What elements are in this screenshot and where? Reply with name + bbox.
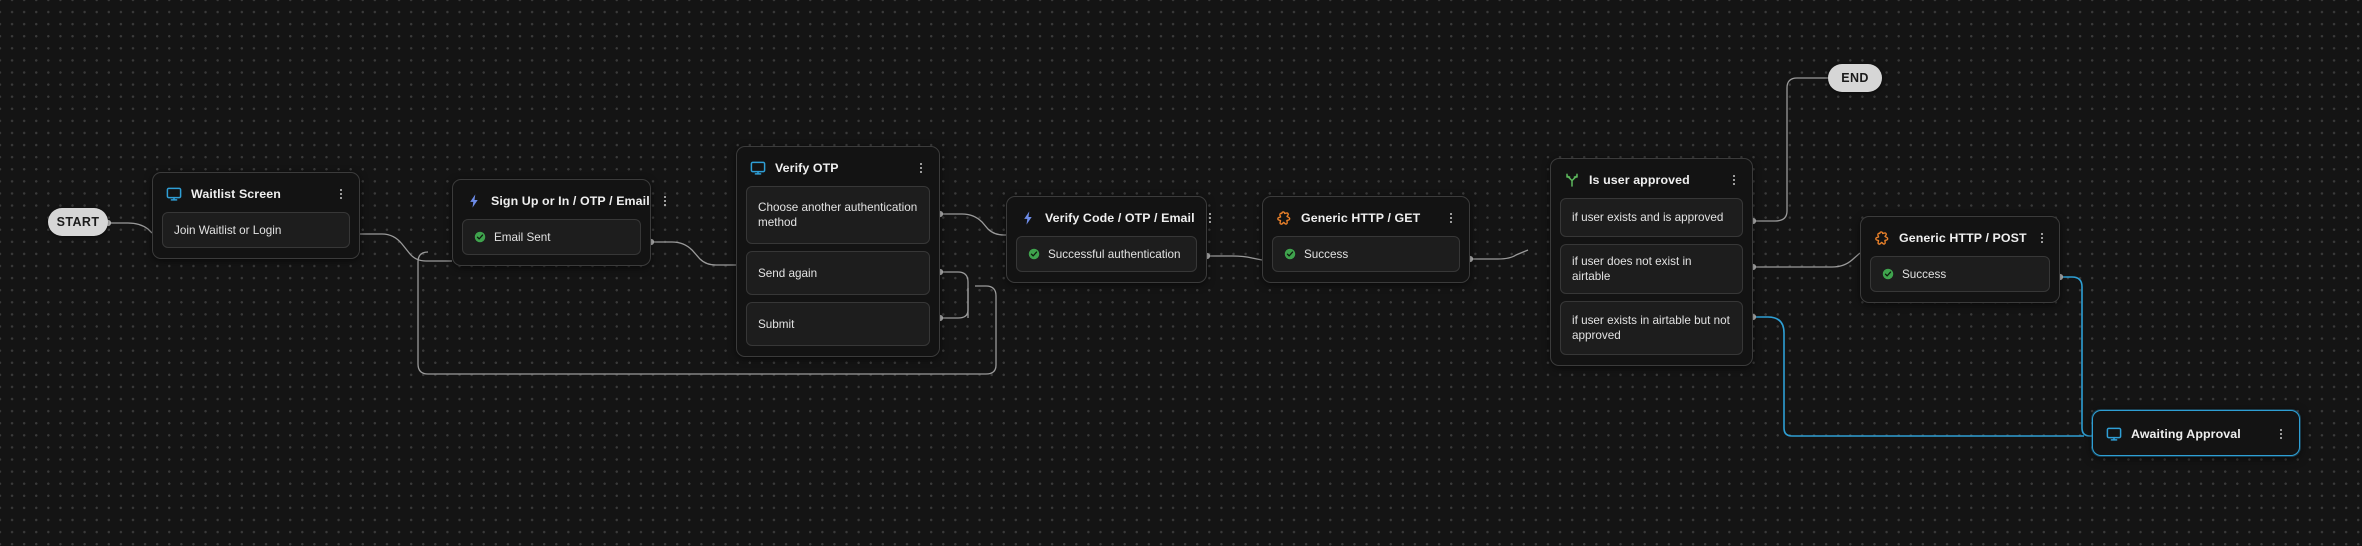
edge-waitlist-to-signup (356, 233, 452, 262)
row-label: Send again (758, 266, 818, 280)
node-sign-up-or-in[interactable]: Sign Up or In / OTP / Email Email Sent (452, 179, 666, 266)
node-awaiting-approval[interactable]: Awaiting Approval (2092, 410, 2300, 456)
kebab-menu-icon[interactable] (659, 193, 671, 209)
node-title: Waitlist Screen (191, 187, 281, 201)
node-header: Awaiting Approval (2102, 420, 2290, 446)
node-title: Is user approved (1589, 173, 1690, 187)
node-title: Sign Up or In / OTP / Email (491, 194, 650, 208)
row-label: Submit (758, 317, 795, 331)
screen-icon (2106, 427, 2122, 441)
edge-approved-to-end (1753, 77, 1828, 222)
node-header: Is user approved (1560, 168, 1743, 190)
edge-signup-to-verifyotp (651, 241, 736, 266)
edge-get-to-isuser (1470, 249, 1529, 260)
edge-post-to-awaiting (2060, 276, 2092, 437)
kebab-menu-icon[interactable] (335, 186, 347, 202)
node-row[interactable]: Success (1870, 256, 2050, 292)
end-label: END (1841, 71, 1869, 85)
node-generic-http-post[interactable]: Generic HTTP / POST Success (1860, 216, 2060, 303)
node-is-user-approved[interactable]: Is user approved if user exists and is a… (1550, 158, 1753, 366)
workflow-canvas[interactable]: START END Waitlist Screen Join Waitlist … (0, 0, 2362, 546)
node-body: Successful authentication (1016, 236, 1197, 272)
node-header: Verify Code / OTP / Email (1016, 206, 1211, 228)
edge-verifyotp-to-verifycode (940, 213, 1006, 236)
success-icon (1284, 248, 1296, 260)
bolt-icon (470, 194, 478, 208)
edge-notexist-to-post (1753, 252, 1861, 268)
node-body: Choose another authentication method Sen… (746, 186, 930, 346)
row-label: Email Sent (494, 230, 551, 244)
kebab-menu-icon[interactable] (1204, 210, 1216, 226)
puzzle-icon (1875, 231, 1889, 245)
row-label: Join Waitlist or Login (174, 223, 282, 237)
bolt-icon (1024, 211, 1032, 225)
node-body: Success (1870, 256, 2050, 292)
branch-icon (1566, 173, 1578, 187)
node-title: Verify OTP (775, 161, 839, 175)
end-node[interactable]: END (1828, 64, 1882, 92)
kebab-menu-icon[interactable] (915, 160, 927, 176)
node-header: Sign Up or In / OTP / Email (462, 189, 666, 211)
node-waitlist-screen[interactable]: Waitlist Screen Join Waitlist or Login (152, 172, 360, 259)
node-body: Success (1272, 236, 1460, 272)
screen-icon (166, 187, 182, 201)
node-body: Join Waitlist or Login (162, 212, 350, 248)
kebab-menu-icon[interactable] (2036, 230, 2048, 246)
node-body: if user exists and is approved if user d… (1560, 198, 1743, 355)
node-row[interactable]: Success (1272, 236, 1460, 272)
success-icon (474, 231, 486, 243)
node-row[interactable]: Successful authentication (1016, 236, 1197, 272)
node-row[interactable]: Join Waitlist or Login (162, 212, 350, 248)
row-label: if user does not exist in airtable (1572, 255, 1692, 283)
kebab-menu-icon[interactable] (2275, 426, 2287, 442)
puzzle-icon (1277, 211, 1291, 225)
node-body: Email Sent (462, 219, 641, 255)
success-icon (1028, 248, 1040, 260)
node-title: Awaiting Approval (2131, 427, 2241, 441)
node-row[interactable]: if user exists in airtable but not appro… (1560, 301, 1743, 355)
node-header: Generic HTTP / GET (1272, 206, 1460, 228)
kebab-menu-icon[interactable] (1728, 172, 1740, 188)
node-row[interactable]: Send again (746, 251, 930, 295)
node-verify-code[interactable]: Verify Code / OTP / Email Successful aut… (1006, 196, 1211, 283)
row-label: Success (1304, 247, 1349, 261)
edge-start-to-waitlist (108, 222, 153, 234)
success-icon (1882, 268, 1894, 280)
node-row[interactable]: if user exists and is approved (1560, 198, 1743, 237)
row-label: if user exists in airtable but not appro… (1572, 314, 1730, 342)
edge-notapproved-to-awaiting (1753, 316, 2084, 437)
node-row[interactable]: Choose another authentication method (746, 186, 930, 244)
row-label: Choose another authentication method (758, 201, 918, 229)
node-title: Generic HTTP / POST (1899, 231, 2027, 245)
node-header: Generic HTTP / POST (1870, 226, 2050, 248)
node-row[interactable]: Submit (746, 302, 930, 346)
node-generic-http-get[interactable]: Generic HTTP / GET Success (1262, 196, 1470, 283)
node-row[interactable]: Email Sent (462, 219, 641, 255)
node-header: Waitlist Screen (162, 182, 350, 204)
row-label: if user exists and is approved (1572, 211, 1724, 224)
node-header: Verify OTP (746, 156, 930, 178)
start-label: START (56, 215, 100, 229)
node-title: Generic HTTP / GET (1301, 211, 1421, 225)
node-verify-otp[interactable]: Verify OTP Choose another authentication… (736, 146, 940, 357)
node-title: Verify Code / OTP / Email (1045, 211, 1195, 225)
kebab-menu-icon[interactable] (1445, 210, 1457, 226)
screen-icon (750, 161, 766, 175)
node-row[interactable]: if user does not exist in airtable (1560, 244, 1743, 294)
start-node[interactable]: START (48, 208, 108, 236)
edge-verifycode-to-get (1207, 255, 1263, 261)
edge-submit-merge (940, 288, 969, 319)
row-label: Success (1902, 267, 1947, 281)
row-label: Successful authentication (1048, 247, 1181, 261)
edge-sendagain-merge (940, 271, 969, 318)
